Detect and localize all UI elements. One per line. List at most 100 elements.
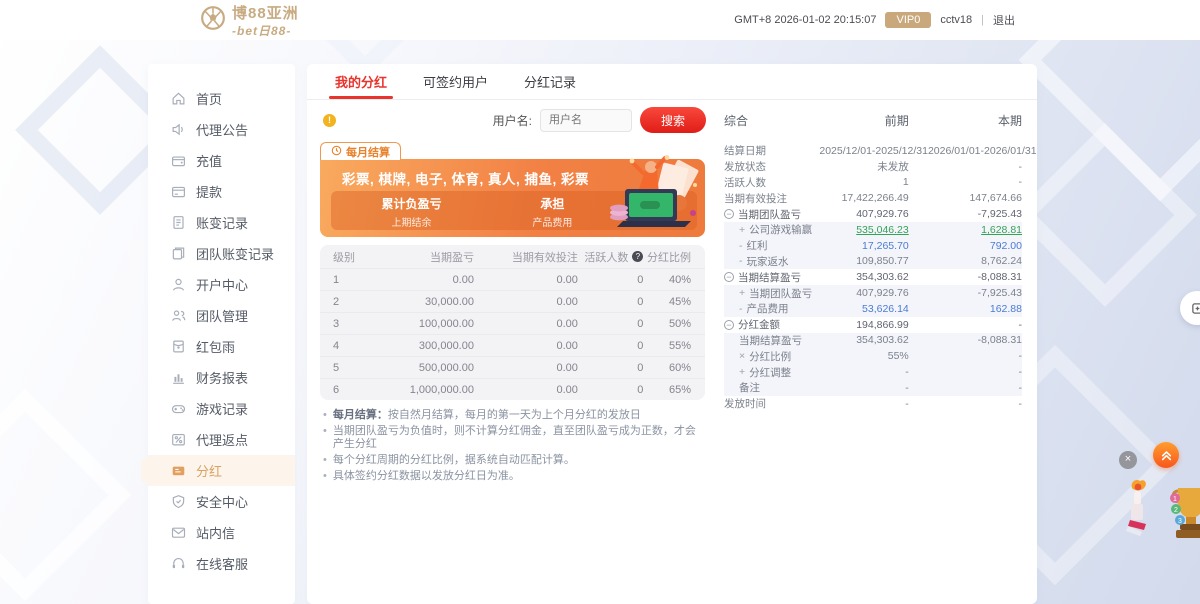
summary-label: 产品费用 [746, 303, 789, 316]
sidebar-item-dividend[interactable]: 分红 [141, 455, 295, 486]
username-input[interactable] [540, 108, 632, 132]
tier-cell: 0 [637, 273, 644, 286]
bullet: • [323, 470, 327, 482]
floating-side-widget[interactable] [1180, 291, 1200, 325]
main-card: 我的分红可签约用户分红记录 ! 用户名: 搜索 每月结 [307, 64, 1037, 604]
sidebar-item-home[interactable]: 首页 [148, 83, 295, 114]
sidebar-menu: 首页 代理公告 充值 提款 账变记录 团队账变记录开户中心团队管理 红包雨财务报表游戏记录代… [141, 83, 295, 579]
summary-prev-value: 194,866.99 [856, 318, 909, 331]
tier-cell: 65% [668, 383, 691, 396]
summary-row: + 分红调整 - - [724, 364, 1022, 380]
vip-badge: VIP0 [885, 12, 932, 28]
operator-sign: - [739, 239, 743, 252]
tier-cell: 40% [668, 273, 691, 286]
sidebar-item-label: 开户中心 [196, 278, 249, 293]
sidebar-item-label: 在线客服 [196, 557, 249, 572]
summary-row: 当期有效投注 17,422,266.49 147,674.66 [724, 190, 1022, 206]
tier-table-body: 1 0.00 0.00 0 40% 2 30,000.00 0.00 0 45% 3 100,000.… [320, 268, 705, 400]
sidebar-item-label: 代理返点 [196, 433, 249, 448]
warning-icon[interactable]: ! [323, 113, 336, 127]
summary-curr-value: -8,088.31 [977, 334, 1022, 347]
summary-row: × 分红比例 55% - [724, 348, 1022, 365]
collapse-icon[interactable]: − [724, 319, 734, 330]
summary-prev-value: 53,626.14 [862, 302, 909, 315]
summary-row: 结算日期 2025/12/01-2025/12/31 2026/01/01-2026… [724, 143, 1037, 159]
promo-character-image[interactable] [1116, 478, 1154, 544]
summary-rows: 结算日期 2025/12/01-2025/12/31 2026/01/01-2026… [724, 143, 1037, 412]
collapse-icon[interactable]: − [724, 272, 734, 283]
sidebar-item-label: 财务报表 [196, 371, 249, 386]
username[interactable]: cctv18 [940, 14, 972, 26]
summary-prev-value[interactable]: 535,046.23 [819, 224, 909, 236]
sidebar-item-label: 分红 [196, 464, 223, 479]
sidebar-item-account-records[interactable]: 账变记录 [148, 207, 295, 238]
summary-curr-value: 8,762.24 [981, 255, 1022, 268]
sidebar-item-security[interactable]: 安全中心 [148, 486, 295, 517]
tab-2[interactable]: 分红记录 [524, 64, 576, 99]
summary-prev-value: - [905, 366, 909, 379]
back-to-top-button[interactable] [1153, 442, 1179, 468]
summary-curr-value: -7,925.43 [977, 208, 1022, 221]
summary-label: 分红调整 [749, 366, 792, 379]
close-promo-button[interactable]: × [1119, 451, 1137, 469]
summary-row: − 当期结算盈亏 354,303.62 -8,088.31 [724, 269, 1022, 285]
banner-col1-sub: 上期结余 [391, 218, 432, 229]
sidebar-item-team-records[interactable]: 团队账变记录 [148, 238, 295, 269]
operator-sign: + [739, 287, 746, 300]
summary-curr-value: 162.88 [989, 302, 1022, 315]
sidebar-item-open-account[interactable]: 开户中心 [148, 269, 295, 300]
summary-curr-value: - [1018, 318, 1023, 331]
tier-cell: 45% [668, 295, 691, 308]
brand-logo[interactable]: 博88亚洲 -bet日88- [200, 2, 299, 39]
sidebar-item-announcement[interactable]: 代理公告 [148, 114, 295, 145]
sidebar-item-messages[interactable]: 站内信 [148, 517, 295, 548]
sidebar-item-finance-report[interactable]: 财务报表 [148, 362, 295, 393]
summary-panel: 综合 前期 本期 结算日期 2025/12/01-2025/12/31 2026/0… [706, 100, 1037, 486]
tab-0[interactable]: 我的分红 [328, 64, 394, 99]
tier-table-row: 5 500,000.00 0.00 0 60% [320, 356, 705, 378]
summary-label: 结算日期 [724, 145, 766, 158]
summary-label: 当期团队盈亏 [749, 287, 813, 300]
operator-sign: × [739, 350, 746, 363]
summary-label: 分红比例 [749, 350, 792, 363]
tab-1[interactable]: 可签约用户 [423, 64, 488, 99]
tier-table-row: 2 30,000.00 0.00 0 45% [320, 290, 705, 312]
help-icon[interactable]: ? [632, 251, 644, 262]
tier-table-row: 4 300,000.00 0.00 0 55% [320, 334, 705, 356]
summary-row: 当期结算盈亏 354,303.62 -8,088.31 [724, 332, 1022, 349]
summary-curr-value: - [1018, 176, 1023, 189]
rule-note: • 每月结算：按自然月结算，每月的第一天为上个月分红的发放日 [323, 409, 641, 421]
tier-cell: 0 [637, 383, 644, 396]
summary-prev-value: 2025/12/01-2025/12/31 [819, 144, 928, 157]
sidebar-item-red-packet[interactable]: 红包雨 [148, 331, 295, 362]
sidebar-item-service[interactable]: 在线客服 [148, 548, 295, 579]
tier-cell: 5 [333, 361, 340, 374]
sidebar-item-deposit[interactable]: 充值 [148, 145, 295, 176]
summary-prev-value: 1 [902, 176, 909, 189]
summary-label: 当期有效投注 [724, 192, 787, 205]
announcement-icon [171, 122, 186, 137]
trophy-promo-image[interactable]: 1 2 3 [1168, 484, 1200, 546]
search-button[interactable]: 搜索 [640, 107, 706, 133]
deposit-icon [171, 153, 186, 168]
summary-label: 活跃人数 [724, 176, 766, 189]
sidebar-item-withdraw[interactable]: 提款 [148, 176, 295, 207]
tier-cell: 0 [637, 361, 644, 374]
sidebar-item-game-records[interactable]: 游戏记录 [148, 393, 295, 424]
sidebar-item-team-manage[interactable]: 团队管理 [148, 300, 295, 331]
agent-rebate-icon [171, 432, 186, 447]
logout-link[interactable]: 退出 [993, 12, 1015, 28]
tier-table-row: 3 100,000.00 0.00 0 50% [320, 312, 705, 334]
summary-curr-value[interactable]: 1,628.81 [909, 224, 1022, 236]
summary-label: 红利 [746, 240, 768, 253]
summary-label: 备注 [739, 382, 760, 395]
collapse-icon[interactable]: − [724, 209, 734, 220]
service-icon [171, 556, 186, 571]
tier-cell: 4 [333, 339, 340, 352]
bg-diamond [0, 388, 132, 602]
sidebar-item-label: 安全中心 [196, 495, 249, 510]
tier-col-header: 当期盈亏 [429, 251, 474, 264]
summary-row: − 分红金额 194,866.99 - [724, 317, 1022, 333]
operator-sign: + [739, 223, 746, 236]
sidebar-item-agent-rebate[interactable]: 代理返点 [148, 424, 295, 455]
